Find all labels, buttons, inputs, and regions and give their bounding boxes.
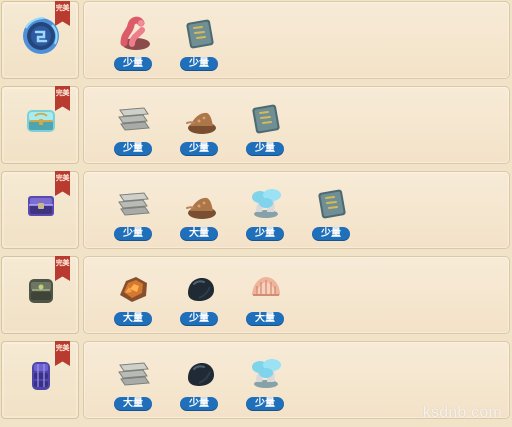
result-row-3: 完美 少量 大量 少量 少量 — [0, 171, 512, 251]
material-panel-2: 少量 少量 少量 — [83, 86, 510, 164]
stone-slabs-icon — [118, 107, 150, 131]
main-item-card-3[interactable]: 完美 — [1, 171, 79, 249]
material-slot-4-3[interactable]: 大量 — [244, 266, 288, 326]
material-slot-2-3[interactable]: 少量 — [244, 96, 288, 156]
quantity-label: 大量 — [114, 312, 152, 326]
crafting-results-page: 完美 少量 少量 完美 少量 少量 少量 完美 少量 大量 少量 少量 完美 大… — [0, 0, 512, 427]
dirt-pile-icon — [186, 112, 216, 134]
result-row-2: 完美 少量 少量 少量 — [0, 86, 512, 166]
material-slot-4-2[interactable]: 少量 — [178, 266, 222, 326]
material-panel-1: 少量 少量 — [83, 1, 510, 79]
main-item-card-2[interactable]: 完美 — [1, 86, 79, 164]
material-slot-1-2[interactable]: 少量 — [178, 11, 222, 71]
orange-ore-icon — [120, 277, 147, 302]
purple-armor-icon — [32, 362, 50, 390]
material-slot-5-3[interactable]: 少量 — [244, 351, 288, 411]
main-item-card-4[interactable]: 完美 — [1, 256, 79, 334]
quantity-label: 少量 — [114, 142, 152, 156]
material-slot-2-1[interactable]: 少量 — [112, 96, 156, 156]
quantity-label: 少量 — [180, 312, 218, 326]
quantity-label: 少量 — [246, 397, 284, 411]
material-slot-5-2[interactable]: 少量 — [178, 351, 222, 411]
red-worm-icon — [120, 16, 150, 50]
seashell-icon — [252, 277, 280, 296]
tablet-stone-icon — [186, 19, 214, 49]
result-row-4: 完美 大量 少量 大量 — [0, 256, 512, 336]
material-slot-3-2[interactable]: 大量 — [178, 181, 222, 241]
tablet-stone-icon — [252, 104, 280, 134]
quantity-label: 少量 — [246, 227, 284, 241]
armor-piece-icon — [29, 279, 53, 303]
blue-mushroom-icon — [252, 359, 281, 388]
quantity-label: 少量 — [114, 227, 152, 241]
quantity-label: 大量 — [114, 397, 152, 411]
blue-rune-stone-icon — [23, 17, 59, 54]
material-slot-4-1[interactable]: 大量 — [112, 266, 156, 326]
quantity-label: 少量 — [246, 142, 284, 156]
quantity-label: 少量 — [180, 397, 218, 411]
quantity-label: 少量 — [180, 142, 218, 156]
material-panel-3: 少量 大量 少量 少量 — [83, 171, 510, 249]
quantity-label: 少量 — [312, 227, 350, 241]
blue-mushroom-icon — [252, 189, 281, 218]
material-slot-5-1[interactable]: 大量 — [112, 351, 156, 411]
stone-slabs-icon — [118, 362, 150, 386]
material-slot-3-4[interactable]: 少量 — [310, 181, 354, 241]
quantity-label: 大量 — [246, 312, 284, 326]
black-coal-icon — [188, 278, 214, 301]
purple-chest-icon — [28, 196, 54, 216]
result-row-1: 完美 少量 少量 — [0, 1, 512, 81]
material-panel-4: 大量 少量 大量 — [83, 256, 510, 334]
tablet-stone-icon — [318, 189, 346, 219]
main-item-card-5[interactable]: 完美 — [1, 341, 79, 419]
treasure-chest-icon — [27, 110, 55, 132]
watermark-text: ksdnb.com — [422, 404, 502, 421]
quantity-label: 少量 — [114, 57, 152, 71]
quantity-label: 少量 — [180, 57, 218, 71]
material-slot-3-3[interactable]: 少量 — [244, 181, 288, 241]
stone-slabs-icon — [118, 192, 150, 216]
black-coal-icon — [188, 363, 214, 386]
material-slot-2-2[interactable]: 少量 — [178, 96, 222, 156]
material-slot-3-1[interactable]: 少量 — [112, 181, 156, 241]
main-item-card-1[interactable]: 完美 — [1, 1, 79, 79]
material-slot-1-1[interactable]: 少量 — [112, 11, 156, 71]
dirt-pile-icon — [186, 197, 216, 219]
quantity-label: 大量 — [180, 227, 218, 241]
